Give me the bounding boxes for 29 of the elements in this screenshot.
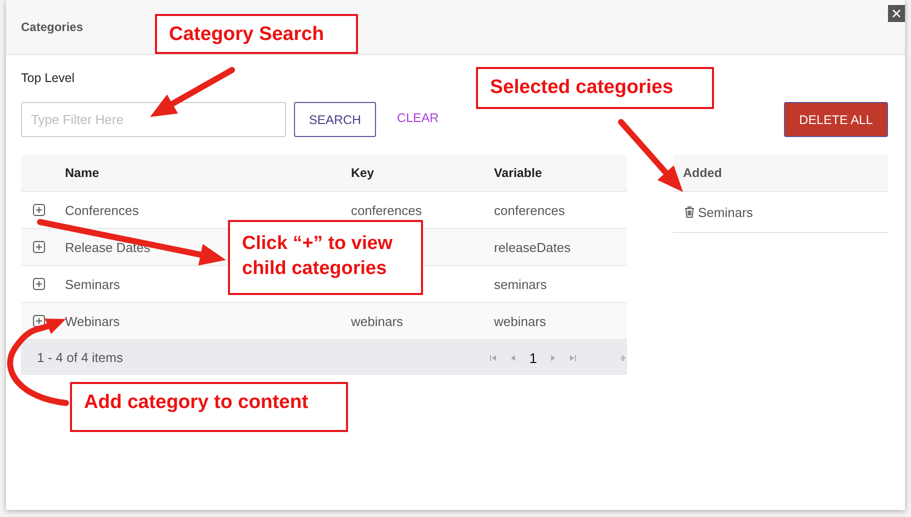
table-cell: Webinars xyxy=(65,314,120,328)
table-cell: conferences xyxy=(494,202,565,218)
table-cell: webinars xyxy=(494,314,546,328)
column-header: Variable xyxy=(494,166,542,180)
search-field[interactable]: Type Filter Here xyxy=(21,102,286,137)
column-header: Name xyxy=(65,166,100,180)
table-cell: conferences xyxy=(351,202,422,218)
callout: Add category to content xyxy=(70,382,348,432)
expand-icon[interactable] xyxy=(33,204,45,216)
clear-button[interactable]: CLEAR xyxy=(393,110,443,124)
expand-icon[interactable] xyxy=(33,315,45,327)
column-header: Key xyxy=(351,166,374,180)
search-button[interactable]: SEARCH xyxy=(294,102,376,137)
table-cell: Conferences xyxy=(65,202,139,218)
table-cell: Seminars xyxy=(65,276,120,292)
column-header: Added xyxy=(673,155,888,192)
added-category: Seminars xyxy=(698,204,753,220)
callout: Selected categories xyxy=(476,67,714,109)
table-cell: releaseDates xyxy=(494,240,571,254)
expand-icon[interactable] xyxy=(33,278,45,290)
callout: Category Search xyxy=(155,14,358,54)
callout: Click “+” to view child categories xyxy=(228,220,423,295)
table-cell: webinars xyxy=(351,314,404,328)
pager-summary: 1 - 4 of 4 items xyxy=(37,350,124,365)
trash-icon[interactable] xyxy=(684,206,695,218)
page-number[interactable]: 1 xyxy=(529,350,537,366)
delete-all-button[interactable]: DELETE ALL xyxy=(784,102,888,137)
expand-icon[interactable] xyxy=(33,241,45,253)
table-cell: seminars xyxy=(494,276,547,292)
